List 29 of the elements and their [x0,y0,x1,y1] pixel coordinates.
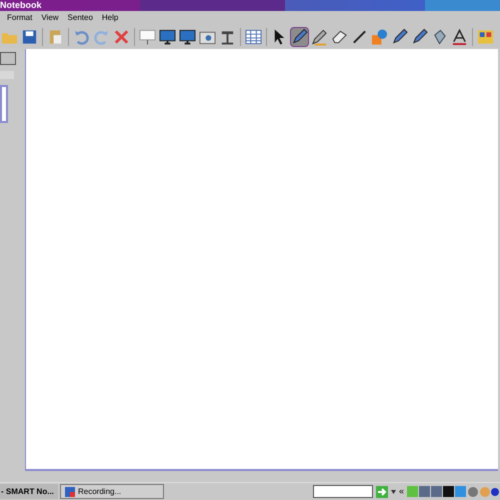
monitor-icon [179,28,196,46]
projection-screen-icon [139,28,156,46]
table-icon [245,28,262,46]
properties-icon [477,28,494,46]
window-title: Notebook [0,1,42,10]
pen-icon [291,28,308,46]
tray-expand[interactable]: « [398,487,404,496]
page-thumbnail[interactable] [0,85,8,123]
menu-item[interactable]: View [41,14,59,22]
shapes-icon [371,28,388,46]
pen-icon [391,28,408,46]
save-icon [21,28,38,46]
taskbar-button[interactable]: - SMART No... [0,484,58,499]
taskbar-button[interactable]: Recording... [60,484,164,499]
dropdown-caret-icon[interactable] [390,490,396,494]
pen-icon [411,28,428,46]
menu-item[interactable]: Senteo [68,14,93,22]
tray-icons-drawing[interactable] [407,486,499,498]
monitor-icon [159,28,176,46]
text-tool-icon [451,28,468,46]
menu-item[interactable]: Format [7,14,32,22]
recorder-icon [65,486,75,496]
menu-item[interactable]: Help [102,14,118,22]
clipboard-icon [47,28,64,46]
nero-logo [312,485,373,498]
close-icon [113,28,130,46]
tool-button[interactable] [290,26,309,46]
pencil-icon [311,28,328,46]
panel-button[interactable] [0,52,16,65]
